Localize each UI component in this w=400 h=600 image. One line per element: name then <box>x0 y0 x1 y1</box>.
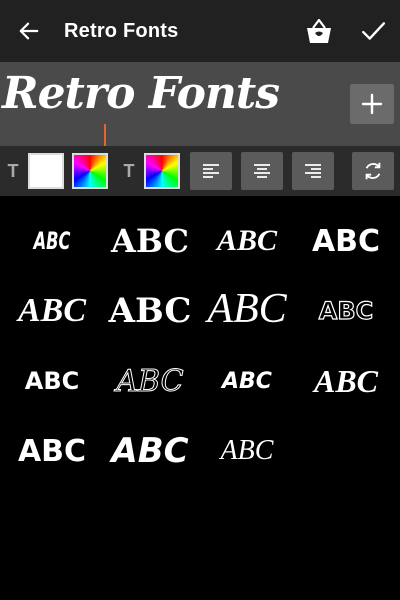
white-swatch <box>28 153 64 189</box>
align-center-icon <box>254 164 270 178</box>
preview-text[interactable]: Retro Fonts <box>2 68 280 119</box>
font-option[interactable]: ABC <box>2 276 102 346</box>
font-option[interactable]: ABC <box>197 416 297 486</box>
back-button[interactable] <box>0 0 58 62</box>
rotate-icon <box>365 162 381 180</box>
text-color-label: T <box>7 160 19 181</box>
format-toolbar: T T <box>0 146 400 196</box>
app-bar: Retro Fonts <box>0 0 400 62</box>
align-right-button[interactable] <box>292 152 334 190</box>
text-white-color-button[interactable] <box>28 152 64 190</box>
align-center-button[interactable] <box>241 152 283 190</box>
font-option[interactable]: ABC <box>15 206 90 276</box>
background-color-picker-button[interactable] <box>144 152 180 190</box>
font-option[interactable]: ABC <box>296 206 396 276</box>
color-wheel-icon <box>144 153 180 189</box>
font-grid: ABC ABC ABC ABC ABC ABC ABC ABC ABC ABC … <box>0 196 400 600</box>
text-cursor <box>104 124 106 146</box>
store-button[interactable] <box>292 0 346 62</box>
font-option[interactable]: ABC <box>100 416 200 486</box>
background-color-label: T <box>123 160 135 181</box>
font-option[interactable]: ABC <box>100 206 200 276</box>
arrow-left-icon <box>19 22 39 40</box>
add-text-button[interactable] <box>350 84 394 124</box>
font-option[interactable]: ABC <box>296 346 396 416</box>
rotate-button[interactable] <box>352 152 394 190</box>
page-title: Retro Fonts <box>64 19 179 42</box>
font-option[interactable]: ABC <box>100 276 200 346</box>
text-color-picker-button[interactable] <box>72 152 108 190</box>
checkmark-icon <box>362 22 386 40</box>
align-left-icon <box>203 164 219 178</box>
text-preview: Retro Fonts <box>0 62 400 146</box>
color-wheel-icon <box>72 153 108 189</box>
shopping-basket-icon <box>307 18 331 43</box>
font-option[interactable]: ABC <box>197 346 297 416</box>
plus-icon <box>361 93 383 115</box>
font-option[interactable]: ABC <box>100 346 200 416</box>
align-left-button[interactable] <box>190 152 232 190</box>
done-button[interactable] <box>346 0 400 62</box>
font-option[interactable]: ABC <box>197 206 297 276</box>
font-option[interactable]: ABC <box>197 274 297 344</box>
align-right-icon <box>305 164 321 178</box>
font-option[interactable]: ABC <box>2 346 102 416</box>
font-option[interactable]: ABC <box>2 416 102 486</box>
font-option[interactable]: ABC <box>296 276 396 346</box>
